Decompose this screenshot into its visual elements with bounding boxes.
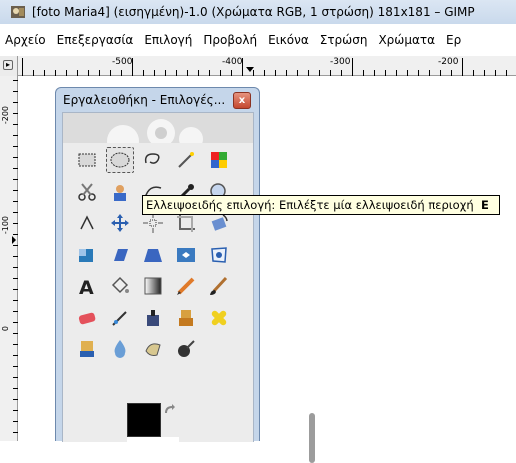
color-select-icon — [211, 152, 227, 168]
tooltip-text: Ελλειψοειδής επιλογή: Επιλέξτε μία ελλει… — [146, 198, 474, 212]
scale-icon — [79, 248, 93, 262]
text-icon: A — [79, 277, 94, 298]
move-tool-button[interactable] — [106, 210, 134, 236]
airbrush-tool-button[interactable] — [106, 305, 134, 331]
scrollbar[interactable] — [309, 413, 315, 463]
pencil-icon — [177, 277, 195, 295]
horizontal-ruler[interactable]: ▸ -500 -400 -300 -200 — [0, 56, 516, 76]
smudge-tool-button[interactable] — [139, 336, 167, 362]
ellipse-select-icon — [110, 152, 130, 168]
airbrush-icon — [112, 310, 127, 326]
menu-tools[interactable]: Ερ — [444, 33, 463, 47]
foreground-color-swatch[interactable] — [127, 403, 161, 437]
scale-tool-button[interactable] — [73, 242, 101, 268]
close-button[interactable]: x — [233, 92, 251, 109]
navigate-icon: ▸ — [3, 60, 13, 70]
ruler-label: 0 — [1, 326, 10, 332]
blend-icon — [144, 277, 162, 295]
heal-icon — [211, 310, 227, 325]
perspective-tool-button[interactable] — [139, 242, 167, 268]
free-select-icon — [144, 153, 160, 164]
menu-edit[interactable]: Επεξεργασία — [55, 33, 136, 47]
smudge-icon — [145, 343, 161, 356]
ruler-label: -200 — [1, 106, 10, 125]
measure-tool-button[interactable] — [73, 210, 101, 236]
background-color-swatch[interactable] — [127, 437, 179, 447]
shear-icon — [114, 248, 128, 261]
navigate-button[interactable]: ▸ — [0, 56, 18, 76]
menu-file[interactable]: Αρχείο — [3, 33, 48, 47]
scissors-icon — [78, 182, 96, 201]
ink-icon — [147, 309, 159, 326]
tool-tooltip: Ελλειψοειδής επιλογή: Επιλέξτε μία ελλει… — [142, 195, 500, 215]
blur-icon — [114, 340, 126, 358]
menu-colors[interactable]: Χρώματα — [376, 33, 437, 47]
menu-layer[interactable]: Στρώση — [318, 33, 370, 47]
toolbox-body: A — [62, 112, 315, 463]
menu-select[interactable]: Επιλογή — [142, 33, 194, 47]
toolbox-title: Εργαλειοθήκη - Επιλογές... — [63, 93, 226, 107]
cage-tool-button[interactable] — [205, 242, 233, 268]
bucket-fill-icon — [111, 276, 129, 294]
foreground-select-icon — [114, 184, 126, 201]
tooltip-shortcut: E — [480, 198, 489, 212]
dodge-burn-tool-button[interactable] — [172, 336, 200, 362]
ruler-label: -100 — [1, 216, 10, 235]
flip-icon — [177, 247, 195, 262]
ruler-label: -500 — [112, 57, 133, 67]
pencil-tool-button[interactable] — [172, 273, 200, 299]
ink-tool-button[interactable] — [139, 305, 167, 331]
free-select-tool-button[interactable] — [139, 147, 167, 173]
blur-tool-button[interactable] — [106, 336, 134, 362]
ellipse-select-tool-button[interactable] — [106, 147, 134, 173]
horizontal-ruler-scale[interactable]: -500 -400 -300 -200 — [18, 56, 516, 76]
cage-icon — [211, 246, 227, 263]
heal-tool-button[interactable] — [205, 305, 233, 331]
fuzzy-select-tool-button[interactable] — [172, 147, 200, 173]
perspective-clone-icon — [80, 341, 94, 357]
rect-select-tool-button[interactable] — [73, 147, 101, 173]
rect-select-icon — [78, 153, 96, 167]
fuzzy-select-icon — [178, 152, 194, 168]
vertical-ruler[interactable]: -200 -100 0 — [0, 76, 18, 441]
menu-view[interactable]: Προβολή — [201, 33, 259, 47]
dodge-burn-icon — [178, 340, 195, 357]
wilber-logo — [63, 113, 253, 157]
svg-text:A: A — [79, 277, 94, 298]
clone-icon — [179, 309, 193, 326]
perspective-clone-tool-button[interactable] — [73, 336, 101, 362]
paintbrush-icon — [210, 276, 228, 295]
bucket-fill-tool-button[interactable] — [106, 273, 134, 299]
text-tool-button[interactable]: A — [73, 273, 101, 299]
eraser-icon — [78, 312, 96, 324]
paintbrush-tool-button[interactable] — [205, 273, 233, 299]
clone-tool-button[interactable] — [172, 305, 200, 331]
menu-bar: Αρχείο Επεξεργασία Επιλογή Προβολή Εικόν… — [0, 24, 516, 56]
toolbox-window: Εργαλειοθήκη - Επιλογές... x A — [55, 87, 315, 463]
ruler-label: -300 — [330, 57, 351, 67]
color-select-tool-button[interactable] — [205, 147, 233, 173]
foreground-select-tool-button[interactable] — [106, 179, 134, 205]
scissors-tool-button[interactable] — [73, 179, 101, 205]
menu-image[interactable]: Εικόνα — [266, 33, 311, 47]
measure-icon — [80, 215, 94, 230]
window-title: [foto Maria4] (εισηγμένη)-1.0 (Χρώματα R… — [32, 5, 475, 19]
perspective-icon — [144, 248, 162, 262]
ruler-label: -400 — [222, 57, 243, 67]
ruler-label: -200 — [438, 57, 459, 67]
shear-tool-button[interactable] — [106, 242, 134, 268]
title-bar: [foto Maria4] (εισηγμένη)-1.0 (Χρώματα R… — [0, 0, 516, 24]
gimp-icon — [10, 4, 26, 20]
flip-tool-button[interactable] — [172, 242, 200, 268]
eraser-tool-button[interactable] — [73, 305, 101, 331]
blend-tool-button[interactable] — [139, 273, 167, 299]
swap-colors-icon[interactable] — [163, 403, 177, 417]
move-icon — [111, 214, 129, 232]
